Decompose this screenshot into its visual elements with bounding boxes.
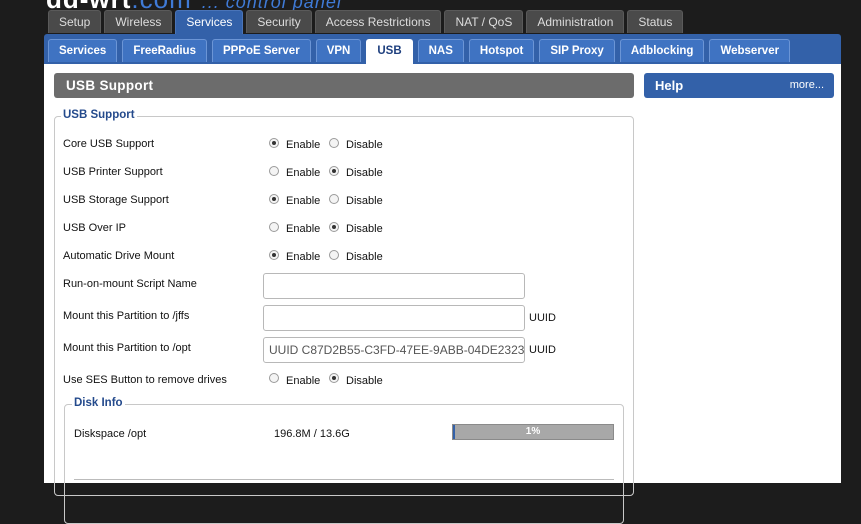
usb-storage-disable-radio[interactable] bbox=[329, 194, 339, 204]
usb-storage-disable-label: Disable bbox=[346, 195, 383, 207]
usb-over-ip-disable-radio[interactable] bbox=[329, 222, 339, 232]
usb-storage-enable-label: Enable bbox=[286, 195, 321, 207]
auto-mount-enable-radio[interactable] bbox=[269, 250, 279, 260]
main-tab-services[interactable]: Services bbox=[175, 10, 244, 35]
ses-button-disable-label: Disable bbox=[346, 375, 383, 387]
usb-support-legend: USB Support bbox=[61, 109, 137, 121]
sub-tab-usb[interactable]: USB bbox=[366, 39, 413, 64]
ses-button-label: Use SES Button to remove drives bbox=[63, 374, 227, 386]
main-tab-nat-qos[interactable]: NAT / QoS bbox=[444, 10, 524, 33]
help-more-link[interactable]: more... bbox=[790, 73, 824, 98]
sub-tab-adblocking[interactable]: Adblocking bbox=[619, 39, 705, 62]
mount-opt-label: Mount this Partition to /opt bbox=[63, 342, 191, 354]
usb-over-ip-enable-label: Enable bbox=[286, 223, 321, 235]
diskspace-progress-bar: 1% bbox=[452, 424, 614, 440]
ses-button-enable-label: Enable bbox=[286, 375, 321, 387]
usb-over-ip-disable-label: Disable bbox=[346, 223, 383, 235]
mount-jffs-uuid-label: UUID bbox=[529, 312, 556, 324]
mount-jffs-label: Mount this Partition to /jffs bbox=[63, 310, 190, 322]
main-tab-status[interactable]: Status bbox=[627, 10, 684, 33]
sub-tab-sip-proxy[interactable]: SIP Proxy bbox=[539, 39, 615, 62]
sub-tab-pppoe-server[interactable]: PPPoE Server bbox=[211, 39, 311, 62]
main-tab-access-restrictions[interactable]: Access Restrictions bbox=[314, 10, 442, 33]
usb-over-ip-enable-radio[interactable] bbox=[269, 222, 279, 232]
usb-printer-enable-label: Enable bbox=[286, 167, 321, 179]
usb-storage-label: USB Storage Support bbox=[63, 194, 169, 206]
content-panel: USB Support Help more... USB Support Cor… bbox=[44, 64, 841, 524]
help-header: Help more... bbox=[644, 73, 834, 98]
sub-tab-vpn[interactable]: VPN bbox=[315, 39, 362, 62]
usb-storage-enable-radio[interactable] bbox=[269, 194, 279, 204]
sub-tab-hotspot[interactable]: Hotspot bbox=[468, 39, 535, 62]
core-usb-disable-radio[interactable] bbox=[329, 138, 339, 148]
usb-printer-disable-radio[interactable] bbox=[329, 166, 339, 176]
mount-jffs-input[interactable] bbox=[263, 305, 525, 331]
sub-tab-freeradius[interactable]: FreeRadius bbox=[122, 39, 207, 62]
disk-info-legend: Disk Info bbox=[72, 397, 125, 409]
sub-tab-webserver[interactable]: Webserver bbox=[709, 39, 791, 62]
main-tab-wireless[interactable]: Wireless bbox=[104, 10, 173, 33]
diskspace-value: 196.8M / 13.6G bbox=[274, 428, 350, 440]
disk-info-divider bbox=[74, 479, 614, 480]
core-usb-disable-label: Disable bbox=[346, 139, 383, 151]
main-tab-security[interactable]: Security bbox=[246, 10, 312, 33]
auto-mount-label: Automatic Drive Mount bbox=[63, 250, 175, 262]
ses-button-enable-radio[interactable] bbox=[269, 373, 279, 383]
usb-printer-disable-label: Disable bbox=[346, 167, 383, 179]
script-name-label: Run-on-mount Script Name bbox=[63, 278, 197, 290]
main-tab-setup[interactable]: Setup bbox=[48, 10, 102, 33]
usb-printer-label: USB Printer Support bbox=[63, 166, 163, 178]
main-nav: Setup Wireless Services Security Access … bbox=[48, 10, 684, 35]
diskspace-progress-text: 1% bbox=[525, 426, 541, 437]
main-tab-administration[interactable]: Administration bbox=[526, 10, 625, 33]
core-usb-enable-label: Enable bbox=[286, 139, 321, 151]
sub-tab-nas[interactable]: NAS bbox=[417, 39, 464, 62]
sub-nav: Services FreeRadius PPPoE Server VPN USB… bbox=[48, 39, 791, 64]
script-name-input[interactable] bbox=[263, 273, 525, 299]
mount-opt-uuid-label: UUID bbox=[529, 344, 556, 356]
ses-button-disable-radio[interactable] bbox=[329, 373, 339, 383]
auto-mount-disable-label: Disable bbox=[346, 251, 383, 263]
disk-info-fieldset: Disk Info bbox=[64, 397, 624, 524]
diskspace-label: Diskspace /opt bbox=[74, 428, 147, 440]
core-usb-enable-radio[interactable] bbox=[269, 138, 279, 148]
mount-opt-input[interactable]: UUID C87D2B55-C3FD-47EE-9ABB-04DE2323 bbox=[263, 337, 525, 363]
help-title: Help bbox=[655, 78, 684, 93]
sub-tab-services[interactable]: Services bbox=[48, 39, 118, 62]
auto-mount-disable-radio[interactable] bbox=[329, 250, 339, 260]
core-usb-label: Core USB Support bbox=[63, 138, 155, 150]
section-title: USB Support bbox=[54, 73, 634, 98]
usb-printer-enable-radio[interactable] bbox=[269, 166, 279, 176]
auto-mount-enable-label: Enable bbox=[286, 251, 321, 263]
usb-over-ip-label: USB Over IP bbox=[63, 222, 126, 234]
